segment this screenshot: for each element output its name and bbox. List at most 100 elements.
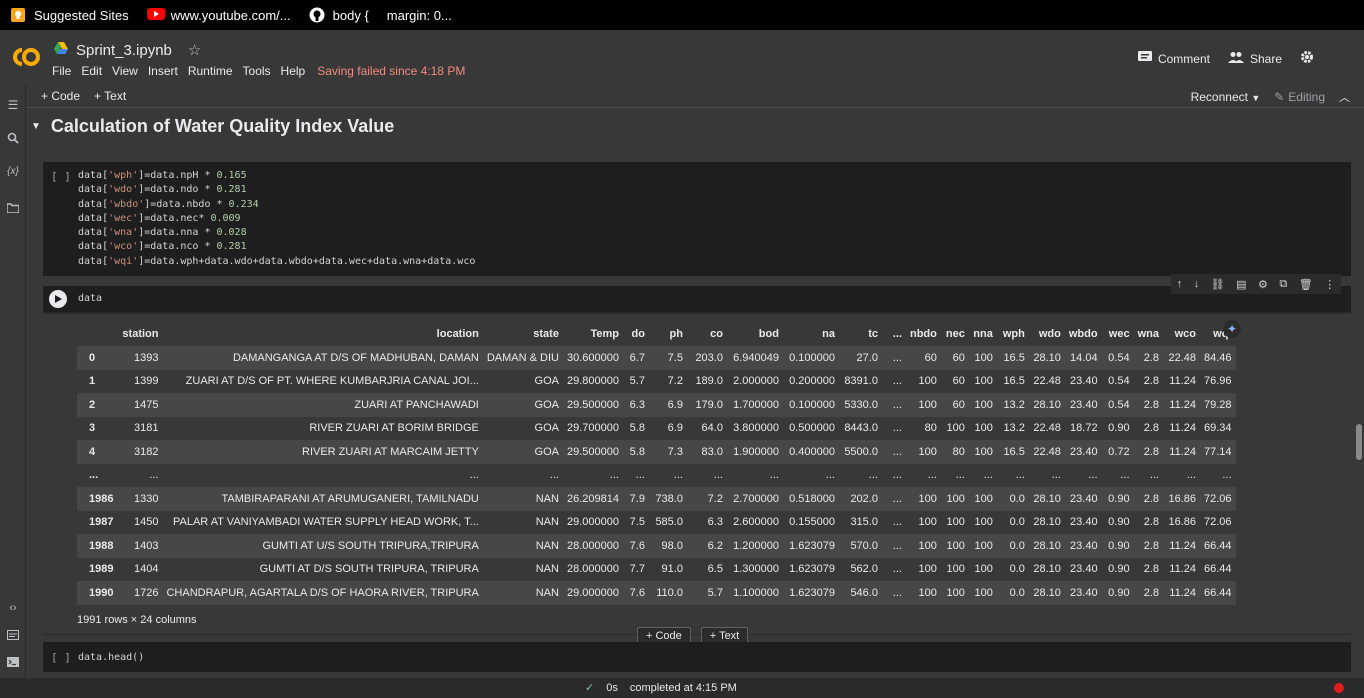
search-icon[interactable] (6, 132, 20, 146)
row-index: ... (89, 469, 99, 482)
menu-view[interactable]: View (112, 64, 138, 78)
table-row: 1 1399 ZUARI AT D/S OF PT. WHERE KUMBARJRI… (77, 369, 1236, 393)
table-cell: 0.90 (1108, 539, 1130, 552)
table-cell: ... (1222, 469, 1232, 482)
code-editor[interactable]: data (78, 293, 102, 304)
star-icon[interactable]: ☆ (188, 41, 201, 59)
table-cell: 28.10 (1033, 563, 1061, 576)
table-cell: 11.24 (1169, 586, 1196, 599)
cell-run-bracket[interactable]: [ ] (51, 651, 71, 664)
table-cell: 3.800000 (733, 422, 779, 435)
menu-edit[interactable]: Edit (81, 64, 102, 78)
table-cell: ... (955, 469, 965, 482)
table-cell: 0.90 (1108, 422, 1130, 435)
collapse-caret-icon[interactable]: ▼ (31, 121, 41, 132)
terminal-icon[interactable] (6, 656, 20, 670)
menu-insert[interactable]: Insert (148, 64, 178, 78)
table-cell: 189.0 (695, 375, 723, 388)
table-cell: 2.8 (1143, 445, 1159, 458)
settings-gear-icon[interactable] (1300, 50, 1314, 67)
cell-input[interactable]: data ↑ ↓ ⛓ ▤ ⚙ ⧉ 🗑 ⋮ (43, 274, 1351, 312)
move-up-icon[interactable]: ↑ (1177, 278, 1183, 290)
table-cell: 6.3 (629, 398, 645, 411)
table-cell: 8443.0 (844, 422, 878, 435)
bookmark-margin[interactable]: margin: 0... (387, 8, 452, 23)
save-status[interactable]: Saving failed since 4:18 PM (317, 64, 465, 78)
table-cell: 0.200000 (789, 375, 835, 388)
table-cell: 91.0 (661, 563, 683, 576)
row-index: 1987 (89, 516, 114, 529)
table-cell: 1.200000 (733, 539, 779, 552)
move-down-icon[interactable]: ↓ (1194, 278, 1200, 290)
code-editor[interactable]: data['wph']=data.npH * 0.165 data['wdo']=… (78, 169, 475, 269)
mirror-cell-icon[interactable]: ⧉ (1279, 278, 1287, 291)
comment-button[interactable]: Comment (1137, 51, 1210, 66)
reconnect-button[interactable]: Reconnect ▼ (1191, 90, 1261, 104)
bookmark-youtube[interactable]: www.youtube.com/... (146, 7, 291, 23)
table-cell: ... (469, 469, 479, 482)
table-cell: 23.40 (1070, 398, 1098, 411)
command-palette-icon[interactable] (6, 629, 20, 643)
add-code-button[interactable]: + Code (41, 89, 80, 103)
execution-status: completed at 4:15 PM (629, 681, 737, 694)
table-cell: 100 (918, 375, 937, 388)
notebook-scrollbar[interactable] (1354, 108, 1364, 678)
code-line: data['wna']=data.nna * 0.028 (78, 227, 247, 239)
cell-run-bracket[interactable]: [ ] (51, 170, 71, 183)
link-icon[interactable]: ⛓ (1211, 278, 1225, 291)
table-cell: 2.000000 (733, 375, 779, 388)
cell-toolbar: ↑ ↓ ⛓ ▤ ⚙ ⧉ 🗑 ⋮ (1171, 274, 1341, 294)
code-editor[interactable]: data.head() (78, 651, 144, 665)
table-cell: 7.2 (707, 492, 723, 505)
more-options-icon[interactable]: ⋮ (1324, 278, 1335, 291)
scrollbar-thumb[interactable] (1356, 424, 1362, 460)
menu-help[interactable]: Help (281, 64, 306, 78)
execution-time: 0s (606, 681, 618, 694)
bookmark-suggested-sites[interactable]: Suggested Sites (10, 7, 129, 23)
table-cell: ... (1088, 469, 1098, 482)
share-button[interactable]: Share (1227, 51, 1282, 66)
comment-icon[interactable]: ▤ (1236, 278, 1246, 291)
table-cell: 0.0 (1009, 539, 1025, 552)
menu-file[interactable]: File (52, 64, 71, 78)
table-cell: ... (892, 586, 902, 599)
table-cell: 64.0 (701, 422, 723, 435)
dataframe-table: station location state Temp do ph co bod… (77, 322, 1236, 605)
table-row: 1986 1330 TAMBIRAPARANI AT ARUMUGANERI, TA… (77, 487, 1236, 511)
add-text-button[interactable]: + Text (94, 89, 126, 103)
table-cell: 1399 (134, 375, 159, 388)
delete-icon[interactable]: 🗑 (1299, 278, 1313, 291)
code-snippets-icon[interactable]: ‹› (6, 602, 20, 616)
menu-tools[interactable]: Tools (243, 64, 271, 78)
table-of-contents-icon[interactable]: ☰ (6, 98, 20, 112)
table-cell: 1.300000 (733, 563, 779, 576)
table-cell: 0.0 (1009, 563, 1025, 576)
column-header: station (122, 328, 159, 340)
variables-icon[interactable]: {x} (6, 166, 20, 180)
menu-runtime[interactable]: Runtime (188, 64, 233, 78)
bookmark-label: body { (332, 7, 369, 23)
table-cell: 100 (946, 563, 965, 576)
table-row: 1989 1404 GUMTI AT D/S SOUTH TRIPURA, TRIP… (77, 557, 1236, 581)
table-cell: 562.0 (850, 563, 878, 576)
code-cell[interactable]: [ ] data['wph']=data.npH * 0.165 data['wd… (43, 162, 1351, 276)
notebook-title[interactable]: Sprint_3.ipynb (76, 42, 172, 59)
bookmark-github[interactable]: body { (309, 7, 369, 23)
colab-logo[interactable] (8, 45, 42, 69)
code-cell-output[interactable]: data ↑ ↓ ⛓ ▤ ⚙ ⧉ 🗑 ⋮ station location st… (43, 274, 1351, 635)
table-cell: 0.100000 (789, 351, 835, 364)
magic-wand-icon[interactable]: ✦ (1223, 320, 1241, 338)
table-cell: 110.0 (656, 586, 683, 599)
folder-icon[interactable] (6, 202, 20, 216)
table-cell: CHANDRAPUR, AGARTALA D/S OF HAORA RIVER,… (166, 586, 479, 599)
settings-icon[interactable]: ⚙ (1258, 278, 1268, 291)
code-line: data['wco']=data.nco * 0.281 (78, 241, 247, 253)
editing-mode[interactable]: ✎ Editing (1274, 90, 1325, 104)
chevron-up-icon[interactable]: ︿ (1339, 89, 1350, 105)
table-cell: 2.700000 (733, 492, 779, 505)
table-cell: 0.90 (1108, 563, 1130, 576)
run-cell-button[interactable] (49, 290, 67, 308)
chevron-down-icon: ▼ (1251, 93, 1261, 103)
code-cell[interactable]: [ ] data.head() (43, 642, 1351, 672)
colab-header: Sprint_3.ipynb ☆ File Edit View Insert R… (0, 32, 1364, 84)
